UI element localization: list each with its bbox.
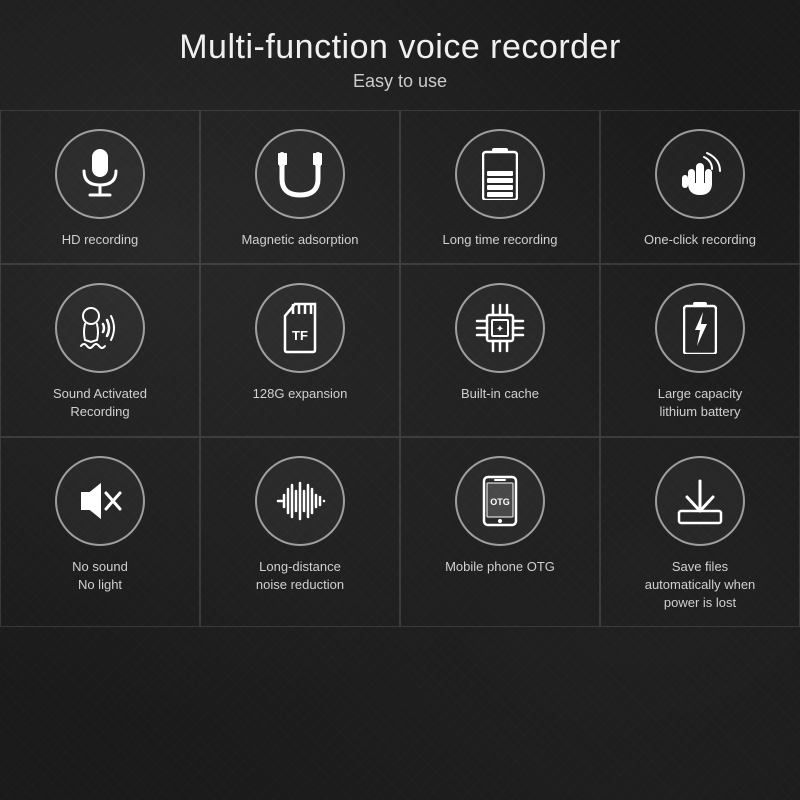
- large-capacity-label: Large capacitylithium battery: [658, 385, 743, 421]
- phone-otg-icon: OTG: [480, 475, 520, 527]
- noise-reduction-label: Long-distancenoise reduction: [256, 558, 344, 594]
- one-click-icon-circle: [655, 129, 745, 219]
- cell-otg: OTG Mobile phone OTG: [400, 437, 600, 628]
- no-sound-icon-circle: [55, 456, 145, 546]
- waveform-icon: [274, 479, 326, 523]
- magnetic-icon-circle: [255, 129, 345, 219]
- built-in-cache-label: Built-in cache: [461, 385, 539, 403]
- long-recording-icon-circle: [455, 129, 545, 219]
- download-icon: [677, 477, 723, 525]
- cell-noise-reduction: Long-distancenoise reduction: [200, 437, 400, 628]
- sub-title: Easy to use: [179, 71, 621, 92]
- magnet-icon: [277, 149, 323, 199]
- svg-text:OTG: OTG: [490, 497, 510, 507]
- cell-128g: TF 128G expansion: [200, 264, 400, 436]
- 128g-label: 128G expansion: [253, 385, 348, 403]
- hd-recording-icon-circle: [55, 129, 145, 219]
- no-sound-label: No soundNo light: [72, 558, 128, 594]
- save-files-icon-circle: [655, 456, 745, 546]
- noise-reduction-icon-circle: [255, 456, 345, 546]
- svg-text:✦: ✦: [496, 324, 504, 335]
- battery-icon: [482, 148, 518, 200]
- otg-icon-circle: OTG: [455, 456, 545, 546]
- cell-hd-recording: HD recording: [0, 110, 200, 264]
- large-capacity-icon-circle: [655, 283, 745, 373]
- mute-icon: [76, 479, 124, 523]
- svg-text:TF: TF: [292, 328, 308, 343]
- chip-icon: ✦: [475, 303, 525, 353]
- hd-recording-label: HD recording: [62, 231, 139, 249]
- cell-sound-activated: Sound ActivatedRecording: [0, 264, 200, 436]
- cell-no-sound: No soundNo light: [0, 437, 200, 628]
- cell-large-capacity: Large capacitylithium battery: [600, 264, 800, 436]
- cell-save-files: Save filesautomatically whenpower is los…: [600, 437, 800, 628]
- cell-built-in-cache: ✦ Built-in cache: [400, 264, 600, 436]
- microphone-icon: [78, 149, 122, 199]
- long-recording-label: Long time recording: [443, 231, 558, 249]
- otg-label: Mobile phone OTG: [445, 558, 555, 576]
- save-files-label: Save filesautomatically whenpower is los…: [645, 558, 756, 613]
- battery-bolt-icon: [683, 302, 717, 354]
- sd-card-icon: TF: [277, 302, 323, 354]
- cell-magnetic: Magnetic adsorption: [200, 110, 400, 264]
- touch-icon: [678, 149, 722, 199]
- main-title: Multi-function voice recorder: [179, 28, 621, 67]
- features-grid: HD recording Magnetic adsorption: [0, 110, 800, 627]
- sound-activated-icon-circle: [55, 283, 145, 373]
- sound-activated-label: Sound ActivatedRecording: [53, 385, 147, 421]
- sound-wave-face-icon: [75, 304, 125, 352]
- page-header: Multi-function voice recorder Easy to us…: [159, 0, 641, 100]
- built-in-cache-icon-circle: ✦: [455, 283, 545, 373]
- cell-long-recording: Long time recording: [400, 110, 600, 264]
- cell-one-click: One-click recording: [600, 110, 800, 264]
- one-click-label: One-click recording: [644, 231, 756, 249]
- magnetic-label: Magnetic adsorption: [241, 231, 358, 249]
- 128g-icon-circle: TF: [255, 283, 345, 373]
